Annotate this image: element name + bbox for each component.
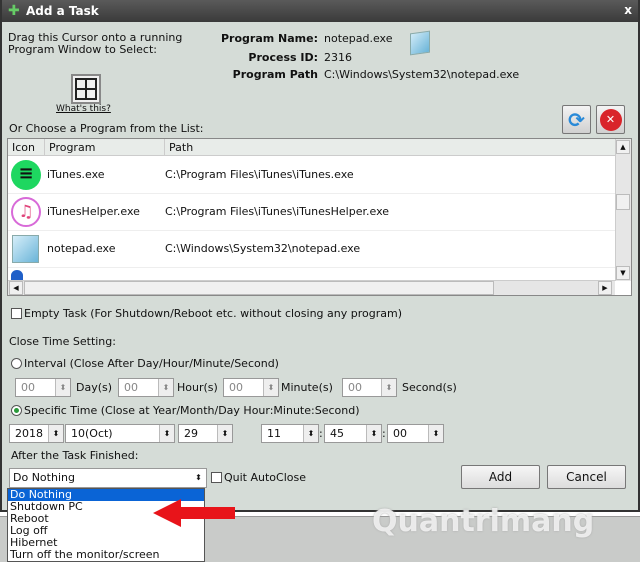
scroll-thumb[interactable]	[616, 194, 630, 210]
interval-radio[interactable]	[11, 358, 22, 369]
spinner-arrows-icon[interactable]: ⬍	[48, 425, 63, 442]
spinner-value: 00	[124, 381, 138, 394]
watermark: Quantrimang	[372, 504, 595, 539]
day-spinner[interactable]: 29 ⬍	[178, 424, 233, 443]
interval-label: Interval (Close After Day/Hour/Minute/Se…	[24, 357, 279, 370]
interval-days-spinner[interactable]: 00 ⬍	[15, 378, 71, 397]
add-button[interactable]: Add	[461, 465, 540, 489]
seconds-label: Second(s)	[402, 381, 457, 394]
program-cell: iTunesHelper.exe	[47, 205, 140, 218]
minute-spinner[interactable]: 45 ⬍	[324, 424, 382, 443]
vertical-scrollbar[interactable]: ▲ ▼	[615, 139, 631, 281]
spinner-arrows-icon[interactable]: ⬍	[428, 425, 443, 442]
path-cell: C:\Program Files\iTunes\iTunesHelper.exe	[165, 205, 390, 218]
spinner-value: 00	[348, 381, 362, 394]
program-path-value: C:\Windows\System32\notepad.exe	[324, 68, 520, 81]
app-icon: ✚	[8, 3, 20, 19]
minutes-label: Minute(s)	[281, 381, 333, 394]
column-header-icon[interactable]: Icon	[8, 139, 44, 156]
hour-spinner[interactable]: 11 ⬍	[261, 424, 319, 443]
spinner-value: 2018	[15, 427, 43, 440]
table-row[interactable]: notepad.exe C:\Windows\System32\notepad.…	[8, 231, 615, 268]
title-bar: ✚ Add a Task x	[2, 0, 638, 22]
time-separator: :	[382, 427, 386, 440]
scroll-thumb-horizontal[interactable]	[24, 281, 494, 295]
window-title: Add a Task	[26, 4, 99, 18]
close-window-button[interactable]: x	[624, 3, 632, 17]
column-header-path[interactable]: Path	[164, 139, 615, 156]
after-task-dropdown[interactable]: Do Nothing ⬍	[9, 468, 207, 488]
spotify-icon: ≡	[11, 160, 41, 190]
refresh-icon: ⟳	[568, 107, 585, 132]
spinner-arrows-icon[interactable]: ⬍	[55, 379, 70, 396]
notepad-icon	[410, 30, 430, 56]
notepad-icon	[12, 235, 39, 263]
path-cell: C:\Program Files\iTunes\iTunes.exe	[165, 168, 354, 181]
quit-autoclose-checkbox[interactable]	[211, 472, 222, 483]
after-task-label: After the Task Finished:	[11, 449, 139, 462]
spinner-arrows-icon[interactable]: ⬍	[158, 379, 173, 396]
spinner-value: 00	[229, 381, 243, 394]
crosshair-cursor-tool[interactable]	[71, 74, 101, 104]
spinner-value: 29	[184, 427, 198, 440]
whats-this-link[interactable]: What's this?	[56, 104, 111, 114]
program-name-value: notepad.exe	[324, 32, 393, 45]
spinner-value: 11	[267, 427, 281, 440]
process-id-value: 2316	[324, 51, 352, 64]
spinner-value: 00	[393, 427, 407, 440]
specific-time-radio[interactable]	[11, 405, 22, 416]
process-id-label: Process ID:	[248, 51, 318, 64]
scroll-left-button[interactable]: ◀	[9, 281, 23, 295]
hours-label: Hour(s)	[177, 381, 218, 394]
choose-program-label: Or Choose a Program from the List:	[9, 122, 204, 135]
column-header-program[interactable]: Program	[44, 139, 164, 156]
quit-autoclose-label: Quit AutoClose	[224, 471, 307, 484]
option-turn-off-monitor[interactable]: Turn off the monitor/screen	[8, 549, 204, 561]
spinner-value: 45	[330, 427, 344, 440]
spinner-value: 10(Oct)	[71, 427, 113, 440]
spinner-arrows-icon[interactable]: ⬍	[303, 425, 318, 442]
spinner-arrows-icon[interactable]: ⬍	[263, 379, 278, 396]
table-row[interactable]: ≡ iTunes.exe C:\Program Files\iTunes\iTu…	[8, 157, 615, 194]
scroll-up-button[interactable]: ▲	[616, 140, 630, 154]
dropdown-arrow-icon[interactable]: ⬍	[191, 469, 206, 486]
program-name-label: Program Name:	[220, 32, 318, 45]
spinner-value: 00	[21, 381, 35, 394]
specific-time-label: Specific Time (Close at Year/Month/Day H…	[24, 404, 360, 417]
interval-minutes-spinner[interactable]: 00 ⬍	[223, 378, 279, 397]
delete-button[interactable]: ✕	[596, 105, 625, 134]
spinner-arrows-icon[interactable]: ⬍	[217, 425, 232, 442]
table-row[interactable]: ♫ iTunesHelper.exe C:\Program Files\iTun…	[8, 194, 615, 231]
empty-task-checkbox[interactable]	[11, 308, 22, 319]
spinner-arrows-icon[interactable]: ⬍	[381, 379, 396, 396]
month-spinner[interactable]: 10(Oct) ⬍	[65, 424, 175, 443]
second-spinner[interactable]: 00 ⬍	[387, 424, 444, 443]
delete-icon: ✕	[599, 108, 622, 131]
add-task-window: ✚ Add a Task x Drag this Cursor onto a r…	[0, 0, 640, 512]
interval-seconds-spinner[interactable]: 00 ⬍	[342, 378, 397, 397]
program-cell: iTunes.exe	[47, 168, 105, 181]
year-spinner[interactable]: 2018 ⬍	[9, 424, 64, 443]
interval-hours-spinner[interactable]: 00 ⬍	[118, 378, 174, 397]
days-label: Day(s)	[76, 381, 113, 394]
spinner-arrows-icon[interactable]: ⬍	[366, 425, 381, 442]
path-cell: C:\Windows\System32\notepad.exe	[165, 242, 361, 255]
dropdown-value: Do Nothing	[13, 471, 75, 484]
horizontal-scrollbar[interactable]: ◀ ▶	[8, 280, 615, 295]
empty-task-label: Empty Task (For Shutdown/Reboot etc. wit…	[24, 307, 402, 320]
scroll-down-button[interactable]: ▼	[616, 266, 630, 280]
program-cell: notepad.exe	[47, 242, 116, 255]
refresh-button[interactable]: ⟳	[562, 105, 591, 134]
red-arrow-annotation	[153, 499, 235, 527]
scroll-right-button[interactable]: ▶	[598, 281, 612, 295]
drag-instruction-2: Program Window to Select:	[8, 43, 157, 56]
spinner-arrows-icon[interactable]: ⬍	[159, 425, 174, 442]
cancel-button[interactable]: Cancel	[547, 465, 626, 489]
close-time-heading: Close Time Setting:	[9, 335, 116, 348]
program-path-label: Program Path	[232, 68, 318, 81]
itunes-icon: ♫	[11, 197, 41, 227]
program-list: Icon Program Path ≡ iTunes.exe C:\Progra…	[7, 138, 632, 296]
time-separator: :	[319, 427, 323, 440]
